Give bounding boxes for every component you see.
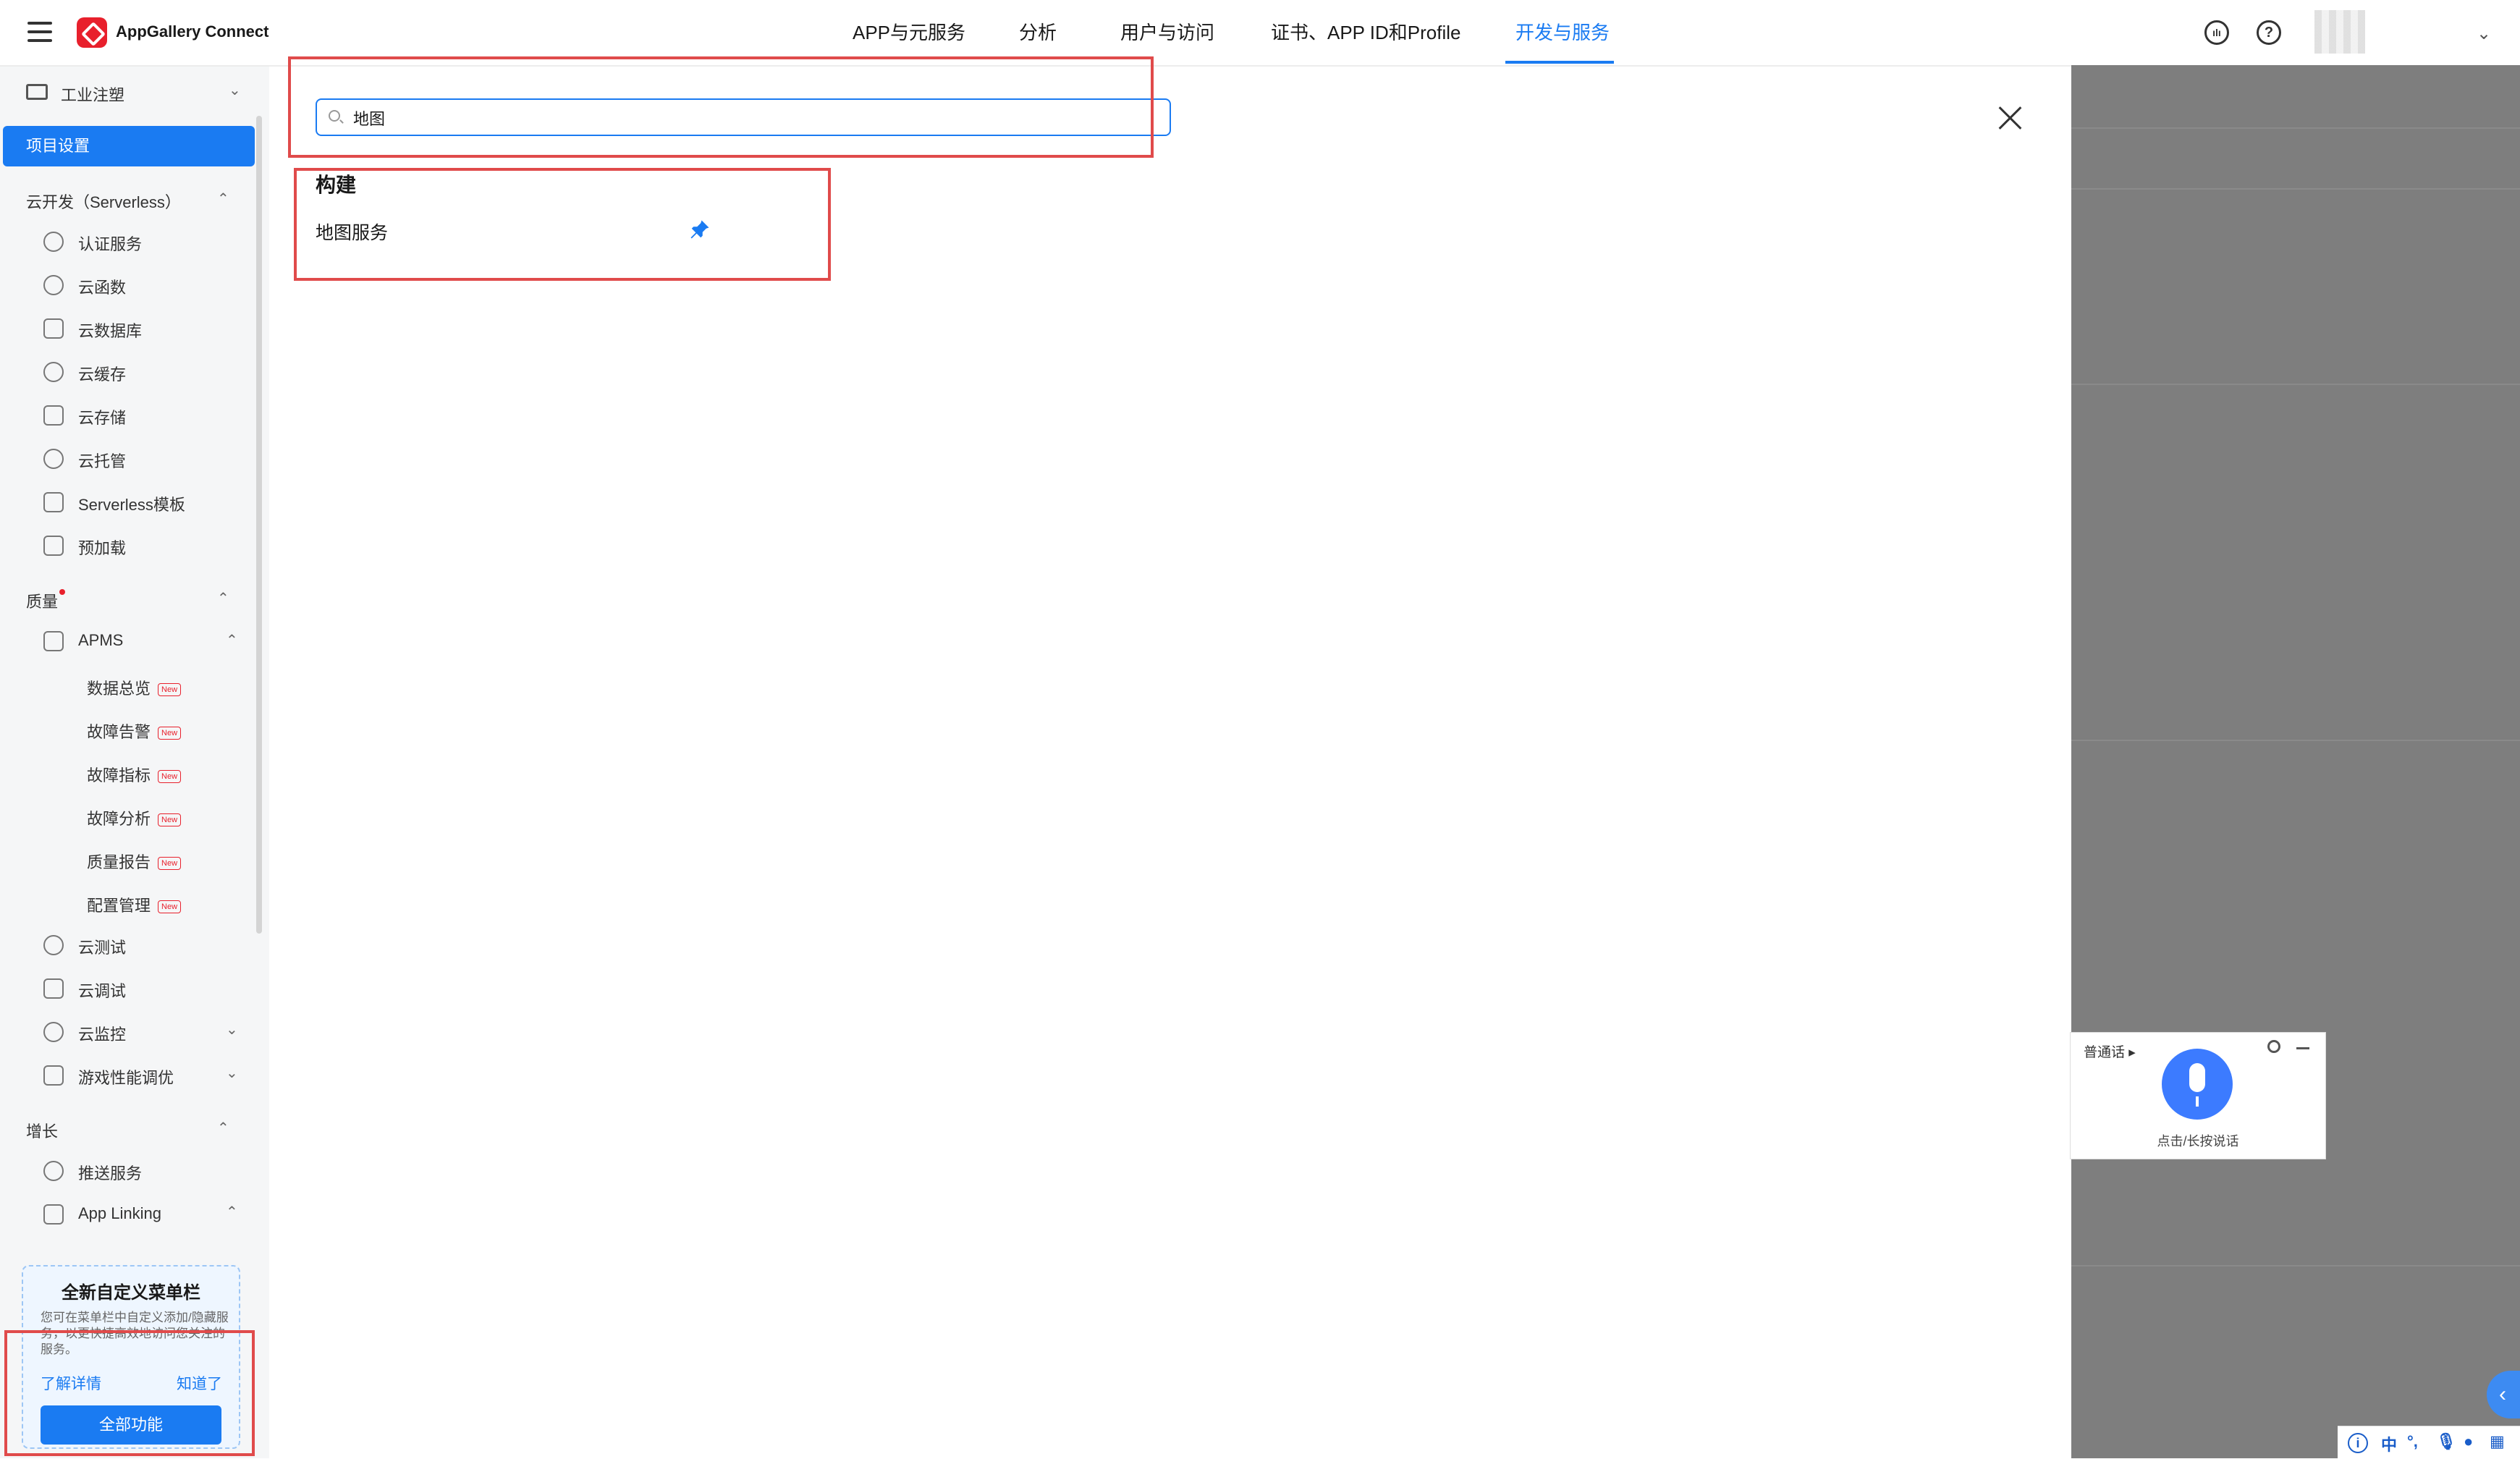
active-tab-indicator — [1505, 61, 1614, 64]
new-badge: New — [158, 770, 182, 784]
monitor-icon — [43, 1022, 64, 1042]
appgallery-logo-icon[interactable] — [77, 17, 107, 48]
group-quality-title[interactable]: 质量 — [26, 589, 58, 612]
chevron-down-icon: ⌄ — [229, 83, 241, 98]
rocket-icon — [43, 1161, 64, 1181]
voice-input-widget: 普通话 ▸ 点击/长按说话 — [2070, 1032, 2326, 1159]
feedback-icon[interactable]: ılı — [2204, 20, 2229, 45]
ime-chinese-mode[interactable]: 中 — [2381, 1432, 2397, 1455]
voice-hint: 点击/长按说话 — [2157, 1134, 2239, 1149]
nav-tab-app-services[interactable]: APP与元服务 — [853, 0, 965, 65]
group-growth-title[interactable]: 增长 — [26, 1119, 58, 1142]
bar-chart-icon — [43, 631, 64, 651]
annotation-box-search — [288, 56, 1154, 158]
sidebar-sub-data-overview[interactable]: 数据总览 New — [87, 676, 182, 699]
notification-dot — [59, 589, 65, 595]
sidebar-sub-quality-report[interactable]: 质量报告 New — [87, 850, 182, 873]
sidebar-sub-fault-analysis[interactable]: 故障分析 New — [87, 806, 182, 829]
cloud-test-icon — [43, 935, 64, 955]
user-avatar[interactable] — [2314, 10, 2365, 54]
cache-icon — [43, 362, 64, 382]
game-perf-icon — [43, 1065, 64, 1086]
chevron-up-icon[interactable]: ⌃ — [217, 589, 229, 607]
new-badge: New — [158, 727, 182, 740]
menu-icon[interactable] — [28, 22, 52, 42]
folder-icon — [26, 84, 48, 100]
sidebar-sub-fault-metrics[interactable]: 故障指标 New — [87, 763, 182, 786]
nav-tab-dev-services[interactable]: 开发与服务 — [1515, 0, 1610, 65]
ime-mic-icon[interactable]: 🎙 — [2436, 1432, 2456, 1451]
microphone-button[interactable] — [2162, 1049, 2233, 1120]
image-storage-icon — [43, 405, 64, 426]
sidebar-scrollbar[interactable] — [256, 116, 262, 934]
new-badge: New — [158, 900, 182, 914]
database-icon — [43, 318, 64, 339]
sidebar-sub-config-management[interactable]: 配置管理 New — [87, 893, 182, 916]
chevron-down-icon[interactable]: ⌄ — [226, 1064, 238, 1082]
project-selector[interactable]: 工业注塑 ⌄ — [0, 67, 269, 117]
gear-icon[interactable] — [2267, 1040, 2280, 1053]
sidebar: 工业注塑 ⌄ 项目设置 云开发（Serverless） ⌃ 认证服务 云函数 云… — [0, 67, 269, 1458]
cloud-function-icon — [43, 275, 64, 295]
chevron-up-icon[interactable]: ⌃ — [226, 1203, 238, 1221]
dimmed-page-overlay[interactable] — [2071, 65, 2520, 1458]
ime-grid-icon[interactable]: ▦ — [2490, 1432, 2505, 1451]
new-badge: New — [158, 813, 182, 827]
template-icon — [43, 492, 64, 512]
chevron-up-icon[interactable]: ⌃ — [217, 190, 229, 208]
shield-icon — [43, 232, 64, 252]
chevron-down-icon[interactable]: ⌄ — [2477, 23, 2491, 44]
group-serverless-title[interactable]: 云开发（Serverless） — [26, 190, 181, 213]
sidebar-item-project-settings[interactable]: 项目设置 — [3, 126, 255, 166]
nav-tab-certificates[interactable]: 证书、APP ID和Profile — [1271, 0, 1460, 65]
chevron-up-icon[interactable]: ⌃ — [226, 631, 238, 649]
voice-language-select[interactable]: 普通话 ▸ — [2084, 1041, 2136, 1061]
cloud-debug-icon — [43, 978, 64, 999]
brand-name[interactable]: AppGallery Connect — [116, 22, 269, 41]
annotation-box-result — [294, 168, 831, 281]
globe-icon — [43, 449, 64, 469]
new-badge: New — [158, 857, 182, 871]
chevron-down-icon[interactable]: ⌄ — [226, 1020, 238, 1039]
link-icon — [43, 1204, 64, 1225]
ifly-logo-icon[interactable]: i — [2348, 1433, 2368, 1453]
ime-user-icon[interactable]: ● — [2464, 1432, 2473, 1451]
close-icon[interactable] — [1997, 106, 2022, 130]
annotation-box-promo — [4, 1330, 255, 1456]
ime-toolbar: i 中 °, 🎙 ● ▦ — [2338, 1426, 2520, 1459]
preload-icon — [43, 536, 64, 556]
new-badge: New — [158, 683, 182, 697]
nav-tab-users-access[interactable]: 用户与访问 — [1120, 0, 1214, 65]
nav-tab-analytics[interactable]: 分析 — [1019, 0, 1057, 65]
project-name: 工业注塑 — [61, 86, 125, 104]
sidebar-sub-fault-alerts[interactable]: 故障告警 New — [87, 719, 182, 743]
chevron-up-icon[interactable]: ⌃ — [217, 1119, 229, 1137]
minimize-icon[interactable] — [2296, 1047, 2309, 1049]
ime-punctuation[interactable]: °, — [2407, 1432, 2418, 1451]
help-icon[interactable]: ? — [2257, 20, 2281, 45]
promo-title: 全新自定义菜单栏 — [62, 1283, 200, 1303]
